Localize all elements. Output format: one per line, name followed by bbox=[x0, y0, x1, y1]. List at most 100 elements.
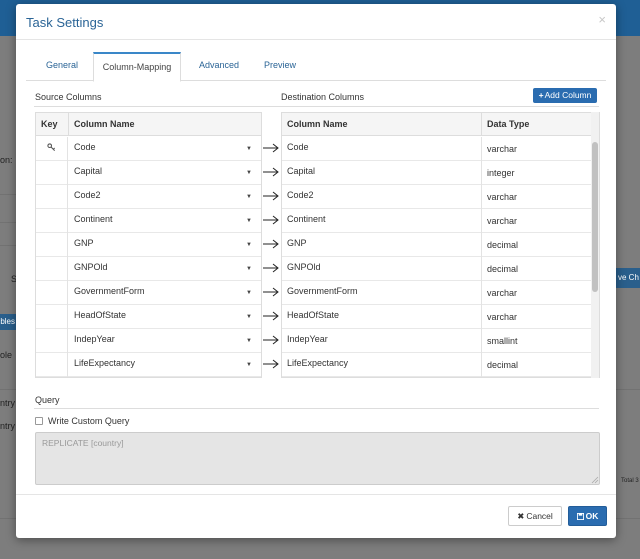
ok-button[interactable]: OK bbox=[568, 506, 607, 526]
destination-column-name[interactable]: IndepYear bbox=[282, 329, 482, 353]
data-type-cell[interactable]: decimal bbox=[482, 257, 592, 281]
chevron-down-icon[interactable]: ▼ bbox=[246, 185, 252, 209]
chevron-down-icon[interactable]: ▼ bbox=[246, 305, 252, 329]
chevron-down-icon[interactable]: ▼ bbox=[246, 161, 252, 185]
table-row: Code ▼ bbox=[36, 137, 261, 161]
chevron-down-icon[interactable]: ▼ bbox=[246, 281, 252, 305]
chevron-down-icon[interactable]: ▼ bbox=[246, 257, 252, 281]
destination-columns-label: Destination Columns bbox=[281, 92, 365, 102]
source-column-select[interactable]: HeadOfState bbox=[69, 305, 239, 329]
data-type-cell[interactable]: varchar bbox=[482, 209, 592, 233]
table-row: Capital ▼ bbox=[36, 161, 261, 185]
data-type-cell[interactable]: integer bbox=[482, 161, 592, 185]
key-cell[interactable] bbox=[36, 329, 68, 353]
tab-advanced[interactable]: Advanced bbox=[191, 52, 247, 81]
save-icon bbox=[576, 513, 584, 520]
source-column-select[interactable]: IndepYear bbox=[69, 329, 239, 353]
key-cell[interactable] bbox=[36, 353, 68, 377]
scrollbar-thumb[interactable] bbox=[592, 142, 598, 292]
source-columns-label: Source Columns bbox=[35, 92, 102, 102]
bg-label: ntry bbox=[0, 398, 16, 408]
destination-column-name[interactable]: GovernmentForm bbox=[282, 281, 482, 305]
destination-column-name[interactable]: GNPOld bbox=[282, 257, 482, 281]
plus-icon: + bbox=[538, 90, 544, 100]
destination-column-name[interactable]: Code2 bbox=[282, 185, 482, 209]
write-custom-query-label[interactable]: Write Custom Query bbox=[48, 416, 129, 426]
destination-column-name[interactable]: HeadOfState bbox=[282, 305, 482, 329]
table-row: IndepYear smallint bbox=[282, 329, 599, 353]
data-type-cell[interactable]: decimal bbox=[482, 233, 592, 257]
key-cell[interactable] bbox=[36, 233, 68, 257]
tab-preview[interactable]: Preview bbox=[258, 52, 302, 81]
table-row: Capital integer bbox=[282, 161, 599, 185]
source-columns-table: Key Column Name Code ▼ Capital ▼ Code2 ▼ Conti… bbox=[35, 112, 262, 378]
query-textarea[interactable]: REPLICATE [country] bbox=[35, 432, 600, 485]
table-row: GovernmentForm varchar bbox=[282, 281, 599, 305]
mapping-arrow-icon bbox=[262, 328, 281, 352]
mapping-arrow-icon bbox=[262, 352, 281, 376]
mapping-arrow-icon bbox=[262, 136, 281, 160]
key-cell[interactable] bbox=[36, 209, 68, 233]
destination-column-name[interactable]: Capital bbox=[282, 161, 482, 185]
data-type-cell[interactable]: varchar bbox=[482, 281, 592, 305]
bg-label: ole bbox=[0, 350, 13, 360]
source-column-select[interactable]: GNPOld bbox=[69, 257, 239, 281]
source-column-select[interactable]: GNP bbox=[69, 233, 239, 257]
source-column-select[interactable]: Capital bbox=[69, 161, 239, 185]
data-type-cell[interactable]: varchar bbox=[482, 137, 592, 161]
cancel-button[interactable]: ✖ Cancel bbox=[508, 506, 562, 526]
data-type-cell[interactable]: varchar bbox=[482, 185, 592, 209]
section-divider bbox=[34, 106, 599, 107]
destination-column-name[interactable]: Code bbox=[282, 137, 482, 161]
destination-column-name[interactable]: Continent bbox=[282, 209, 482, 233]
table-row: Continent ▼ bbox=[36, 209, 261, 233]
close-icon: ✖ bbox=[517, 511, 525, 521]
bg-total-label: Total 3 bbox=[621, 478, 639, 484]
mapping-arrow-icon bbox=[262, 280, 281, 304]
modal-title: Task Settings bbox=[26, 15, 104, 30]
key-cell[interactable] bbox=[36, 257, 68, 281]
source-column-select[interactable]: Code bbox=[69, 137, 239, 161]
bg-label: ntry bbox=[0, 421, 16, 431]
mapping-arrow-icon bbox=[262, 232, 281, 256]
key-header: Key bbox=[36, 113, 69, 136]
write-custom-query-checkbox[interactable] bbox=[35, 417, 43, 425]
tab-general[interactable]: General bbox=[39, 52, 85, 81]
resize-handle-icon[interactable] bbox=[591, 476, 599, 484]
data-type-cell[interactable]: smallint bbox=[482, 329, 592, 353]
key-cell[interactable] bbox=[36, 137, 68, 161]
chevron-down-icon[interactable]: ▼ bbox=[246, 137, 252, 161]
key-cell[interactable] bbox=[36, 281, 68, 305]
close-icon[interactable]: × bbox=[598, 13, 606, 26]
key-cell[interactable] bbox=[36, 185, 68, 209]
table-row: LifeExpectancy ▼ bbox=[36, 353, 261, 377]
chevron-down-icon[interactable]: ▼ bbox=[246, 209, 252, 233]
mapping-arrow-icon bbox=[262, 256, 281, 280]
source-column-select[interactable]: Continent bbox=[69, 209, 239, 233]
source-column-select[interactable]: GovernmentForm bbox=[69, 281, 239, 305]
data-type-cell[interactable]: decimal bbox=[482, 353, 592, 377]
destination-column-name[interactable]: LifeExpectancy bbox=[282, 353, 482, 377]
table-row: HeadOfState varchar bbox=[282, 305, 599, 329]
tab-column-mapping[interactable]: Column-Mapping bbox=[93, 52, 181, 82]
task-settings-modal: Task Settings × General Column-Mapping A… bbox=[16, 4, 616, 538]
chevron-down-icon[interactable]: ▼ bbox=[246, 329, 252, 353]
table-row: GNP ▼ bbox=[36, 233, 261, 257]
bg-divider bbox=[0, 222, 16, 223]
source-column-select[interactable]: Code2 bbox=[69, 185, 239, 209]
bg-save-button: ve Ch bbox=[616, 268, 640, 288]
destination-column-name[interactable]: GNP bbox=[282, 233, 482, 257]
chevron-down-icon[interactable]: ▼ bbox=[246, 353, 252, 377]
query-label: Query bbox=[35, 395, 60, 405]
mapping-arrow-icon bbox=[262, 304, 281, 328]
modal-header: Task Settings × bbox=[16, 4, 616, 40]
key-cell[interactable] bbox=[36, 305, 68, 329]
data-type-cell[interactable]: varchar bbox=[482, 305, 592, 329]
chevron-down-icon[interactable]: ▼ bbox=[246, 233, 252, 257]
mapping-scrollbar[interactable] bbox=[591, 112, 599, 378]
key-cell[interactable] bbox=[36, 161, 68, 185]
key-icon bbox=[47, 143, 56, 152]
source-column-select[interactable]: LifeExpectancy bbox=[69, 353, 239, 377]
add-column-button[interactable]: +Add Column bbox=[533, 88, 597, 103]
footer-divider bbox=[16, 494, 616, 495]
